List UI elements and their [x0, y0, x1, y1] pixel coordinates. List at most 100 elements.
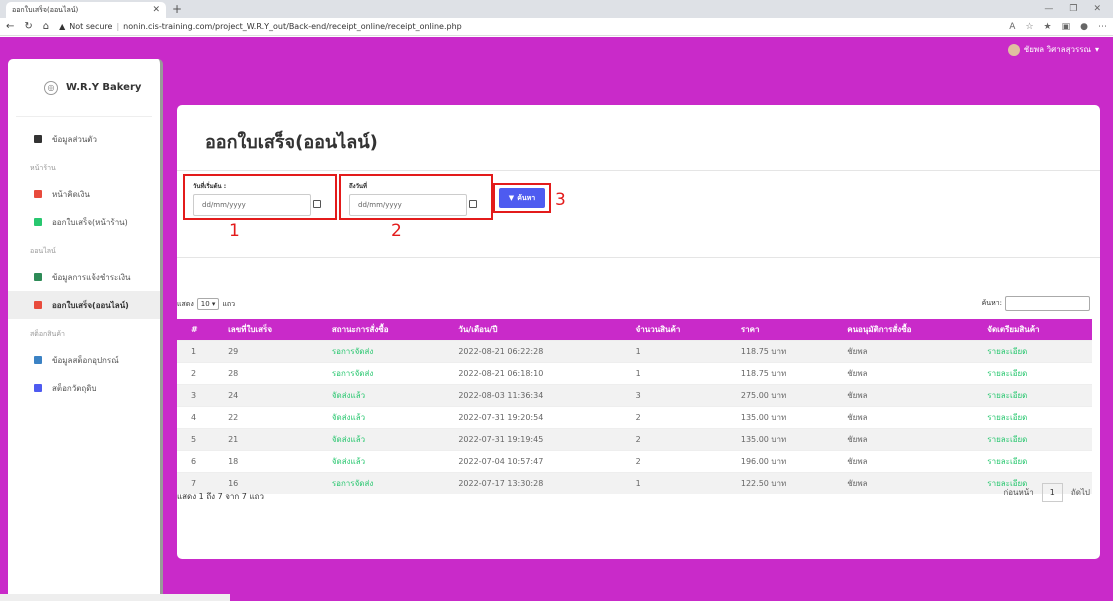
- cell-status: จัดส่งแล้ว: [317, 405, 445, 428]
- sidebar-item-label: ออกใบเสร็จ(ออนไลน์): [52, 300, 129, 310]
- brand-name: W.R.Y Bakery: [66, 82, 142, 93]
- cell-approver: ชัยพล: [833, 405, 974, 428]
- cell-price: 135.00 บาท: [726, 427, 834, 450]
- end-date-label: ถึงวันที่: [349, 183, 367, 190]
- cell-date: 2022-08-03 11:36:34: [444, 383, 622, 406]
- table-info: แสดง 1 ถึง 7 จาก 7 แถว: [177, 492, 264, 501]
- cell-status: รอการจัดส่ง: [317, 361, 445, 384]
- browser-tab[interactable]: ออกใบเสร็จ(ออนไลน์) ✕: [6, 2, 166, 18]
- page-length-control: แสดง 10 ▾ แถว: [177, 298, 235, 310]
- close-tab-icon[interactable]: ✕: [152, 5, 160, 15]
- detail-link[interactable]: รายละเอียด: [973, 427, 1092, 450]
- cell-index: 5: [177, 427, 215, 450]
- end-date-input[interactable]: dd/mm/yyyy: [349, 194, 467, 216]
- security-label: Not secure: [69, 22, 113, 31]
- read-aloud-icon[interactable]: A: [1009, 22, 1015, 32]
- annotation-3: 3: [555, 190, 566, 210]
- more-icon[interactable]: ⋯: [1098, 22, 1107, 32]
- user-menu[interactable]: ชัยพล วิศาลสุวรรณ ▾: [1007, 43, 1099, 56]
- cell-index: 1: [177, 339, 215, 362]
- col-index[interactable]: #: [177, 319, 215, 340]
- table-row: 7 16 รอการจัดส่ง 2022-07-17 13:30:28 1 1…: [177, 471, 1092, 494]
- cell-index: 2: [177, 361, 215, 384]
- sidebar-item-stock-equipment[interactable]: ข้อมูลสต็อกอุปกรณ์: [8, 346, 160, 374]
- warning-icon: ▲: [59, 22, 66, 31]
- detail-link[interactable]: รายละเอียด: [973, 339, 1092, 362]
- start-date-input[interactable]: dd/mm/yyyy: [193, 194, 311, 216]
- profile-icon[interactable]: ●: [1080, 22, 1088, 32]
- cell-date: 2022-07-31 19:19:45: [444, 427, 622, 450]
- sidebar-item-receipt-online[interactable]: ออกใบเสร็จ(ออนไลน์): [8, 291, 160, 319]
- detail-link[interactable]: รายละเอียด: [973, 449, 1092, 472]
- cell-status: รอการจัดส่ง: [317, 339, 445, 362]
- cell-price: 118.75 บาท: [726, 361, 834, 384]
- table-search-input[interactable]: [1005, 296, 1090, 311]
- prev-page-button[interactable]: ก่อนหน้า: [1003, 486, 1033, 499]
- detail-link[interactable]: รายละเอียด: [973, 405, 1092, 428]
- favorite-icon[interactable]: ☆: [1025, 22, 1033, 32]
- detail-link[interactable]: รายละเอียด: [973, 383, 1092, 406]
- cell-approver: ชัยพล: [833, 427, 974, 450]
- sidebar-item-payment[interactable]: ข้อมูลการแจ้งชำระเงิน: [8, 263, 160, 291]
- col-approver[interactable]: คนอนุมัติการสั่งซื้อ: [833, 319, 974, 340]
- restore-icon[interactable]: ❐: [1069, 4, 1077, 14]
- col-status[interactable]: สถานะการสั่งซื้อ: [317, 319, 445, 340]
- sidebar-item-stock-material[interactable]: สต็อกวัตถุดิบ: [8, 374, 160, 402]
- receipt-icon: [34, 301, 42, 309]
- back-icon[interactable]: ←: [6, 21, 14, 32]
- cell-quantity: 1: [621, 339, 727, 362]
- receipts-table: # เลขที่ใบเสร็จ สถานะการสั่งซื้อ วัน/เดื…: [177, 319, 1092, 494]
- sidebar-section-stock: สต็อกสินค้า: [30, 330, 65, 338]
- new-tab-icon[interactable]: +: [172, 2, 182, 16]
- search-button[interactable]: ▼ ค้นหา: [499, 188, 545, 208]
- calendar-icon[interactable]: [313, 200, 321, 208]
- close-window-icon[interactable]: ✕: [1093, 4, 1101, 14]
- filter-icon: ▼: [508, 194, 515, 202]
- calendar-icon[interactable]: [469, 200, 477, 208]
- sidebar-item-cashier[interactable]: หน้าคิดเงิน: [8, 180, 160, 208]
- show-label: แสดง: [177, 299, 194, 308]
- table-row: 6 18 จัดส่งแล้ว 2022-07-04 10:57:47 2 19…: [177, 449, 1092, 472]
- cell-date: 2022-08-21 06:18:10: [444, 361, 622, 384]
- sidebar-item-receipt-front[interactable]: ออกใบเสร็จ(หน้าร้าน): [8, 208, 160, 236]
- favorites-icon[interactable]: ★: [1044, 22, 1052, 32]
- table-controls: แสดง 10 ▾ แถว ค้นหา:: [177, 296, 1100, 316]
- col-receipt-no[interactable]: เลขที่ใบเสร็จ: [214, 319, 318, 340]
- address-bar: ← ↻ ⌂ ▲ Not secure | nonin.cis-training.…: [0, 18, 1113, 36]
- sidebar-section-online: ออนไลน์: [30, 247, 56, 255]
- home-icon[interactable]: ⌂: [43, 21, 49, 32]
- id-card-icon: [34, 135, 42, 143]
- detail-link[interactable]: รายละเอียด: [973, 361, 1092, 384]
- content-card: ออกใบเสร็จ(ออนไลน์) วันที่เริ่มต้น : dd/…: [177, 105, 1100, 559]
- start-date-label: วันที่เริ่มต้น :: [193, 183, 227, 190]
- cashier-icon: [34, 190, 42, 198]
- tab-title: ออกใบเสร็จ(ออนไลน์): [12, 5, 79, 14]
- sidebar-item-label: ข้อมูลสต็อกอุปกรณ์: [52, 355, 119, 365]
- brand[interactable]: ◎ W.R.Y Bakery: [16, 59, 152, 117]
- col-price[interactable]: ราคา: [726, 319, 834, 340]
- collections-icon[interactable]: ▣: [1062, 22, 1071, 32]
- cell-quantity: 2: [621, 427, 727, 450]
- cell-status: จัดส่งแล้ว: [317, 383, 445, 406]
- filter-row: วันที่เริ่มต้น : dd/mm/yyyy ถึงวันที่ dd…: [177, 170, 1100, 258]
- rows-label: แถว: [222, 299, 236, 308]
- col-prepare[interactable]: จัดเตรียมสินค้า: [973, 319, 1092, 340]
- cell-approver: ชัยพล: [833, 361, 974, 384]
- sidebar: ◎ W.R.Y Bakery ข้อมูลส่วนตัว หน้าร้าน หน…: [8, 59, 163, 601]
- cell-approver: ชัยพล: [833, 339, 974, 362]
- reload-icon[interactable]: ↻: [24, 21, 32, 32]
- next-page-button[interactable]: ถัดไป: [1071, 486, 1090, 499]
- minimize-icon[interactable]: —: [1044, 4, 1053, 14]
- cell-receipt-no: 28: [214, 361, 318, 384]
- table-row: 4 22 จัดส่งแล้ว 2022-07-31 19:20:54 2 13…: [177, 405, 1092, 428]
- cell-price: 196.00 บาท: [726, 449, 834, 472]
- browser-tabbar: ออกใบเสร็จ(ออนไลน์) ✕ + — ❐ ✕: [0, 0, 1113, 18]
- col-quantity[interactable]: จำนวนสินค้า: [621, 319, 727, 340]
- cell-date: 2022-07-17 13:30:28: [444, 471, 622, 494]
- url-field[interactable]: ▲ Not secure | nonin.cis-training.com/pr…: [59, 22, 999, 31]
- sidebar-item-profile[interactable]: ข้อมูลส่วนตัว: [8, 125, 160, 153]
- col-date[interactable]: วัน/เดือน/ปี: [444, 319, 622, 340]
- page-length-select[interactable]: 10 ▾: [196, 298, 220, 310]
- sidebar-item-label: สต็อกวัตถุดิบ: [52, 383, 97, 393]
- page-1-button[interactable]: 1: [1041, 483, 1063, 502]
